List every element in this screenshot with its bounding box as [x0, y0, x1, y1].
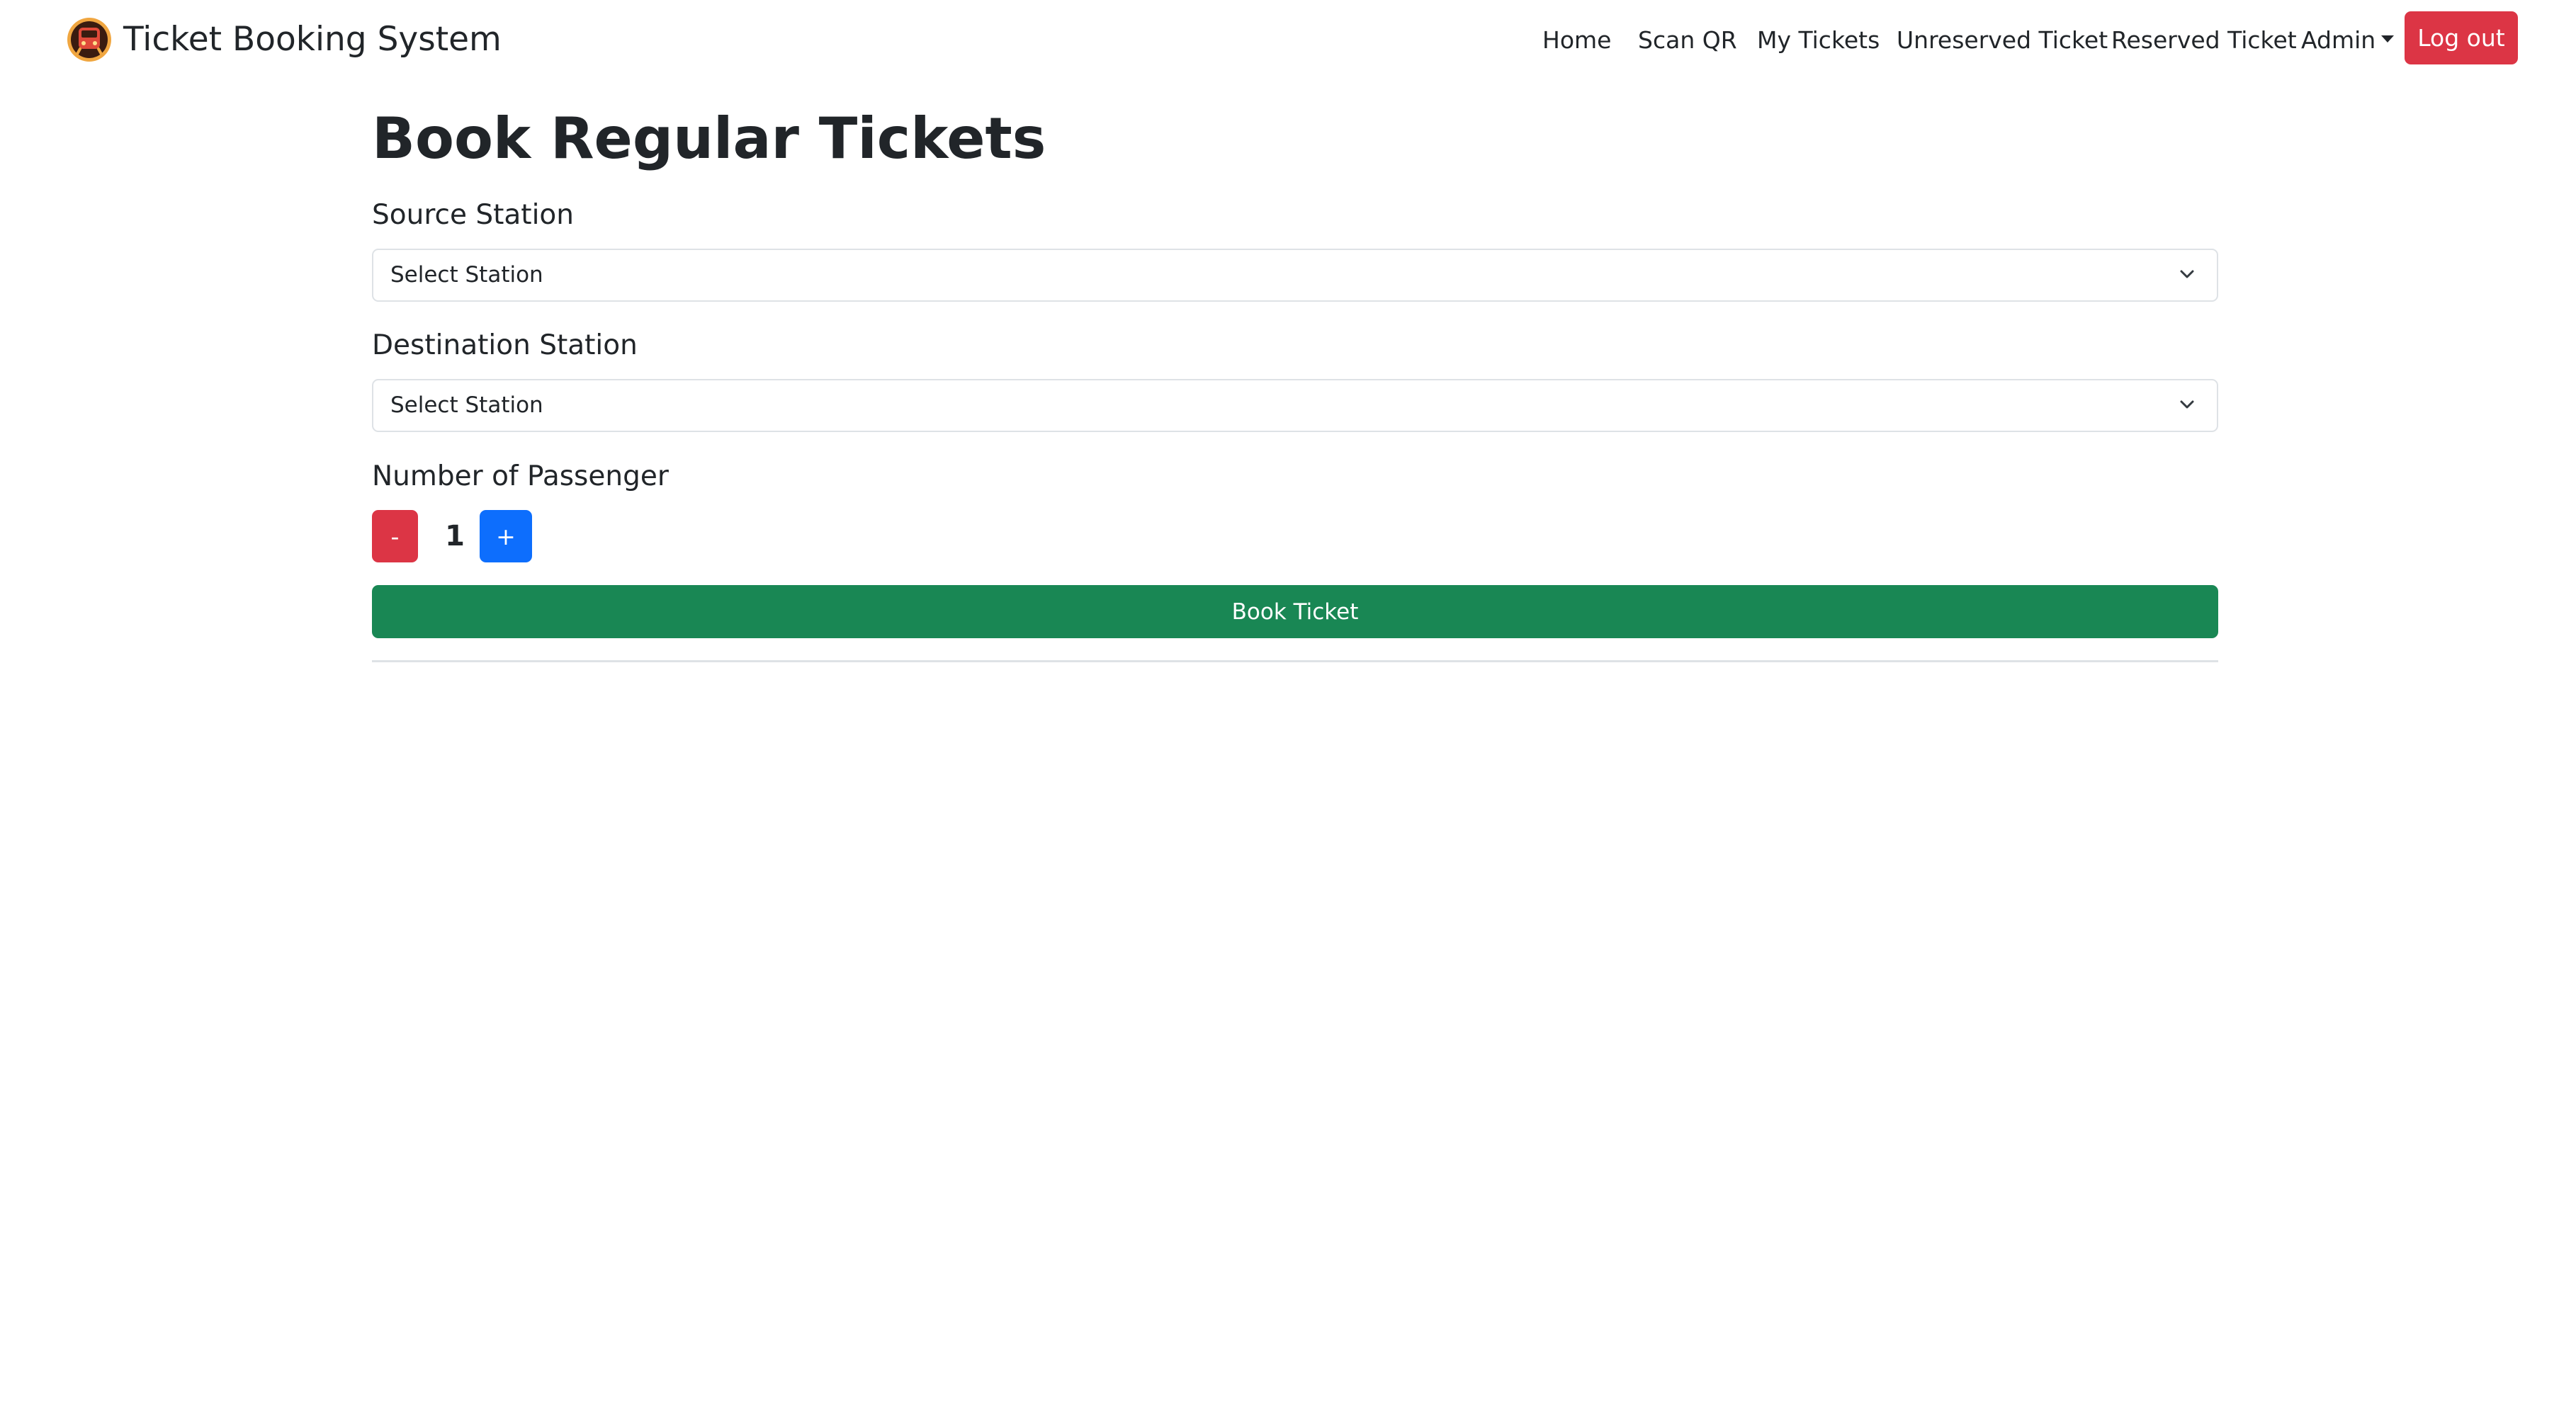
- nav-unreserved-ticket[interactable]: Unreserved Ticket: [1897, 25, 2108, 56]
- chevron-down-icon: [2180, 270, 2194, 278]
- form-divider: [372, 660, 2218, 662]
- brand-link[interactable]: Ticket Booking System: [67, 17, 502, 62]
- nav-reserved-ticket[interactable]: Reserved Ticket: [2111, 25, 2297, 56]
- source-station-label: Source Station: [372, 199, 574, 231]
- nav-scan-qr[interactable]: Scan QR: [1638, 25, 1737, 56]
- book-ticket-button[interactable]: Book Ticket: [372, 585, 2218, 638]
- increment-passenger-button[interactable]: +: [480, 510, 532, 562]
- source-station-select[interactable]: Select Station: [372, 249, 2218, 302]
- page-title: Book Regular Tickets: [372, 106, 1046, 171]
- nav-my-tickets[interactable]: My Tickets: [1757, 25, 1880, 56]
- nav-admin-dropdown[interactable]: Admin: [2301, 25, 2395, 56]
- decrement-passenger-button[interactable]: -: [372, 510, 418, 562]
- caret-down-icon: [2381, 35, 2395, 42]
- nav-home[interactable]: Home: [1542, 25, 1611, 56]
- top-navbar: Ticket Booking System Home Scan QR My Ti…: [0, 0, 2576, 81]
- passenger-count-value: 1: [445, 520, 465, 552]
- destination-station-label: Destination Station: [372, 329, 638, 361]
- logout-button[interactable]: Log out: [2405, 11, 2518, 64]
- destination-station-select[interactable]: Select Station: [372, 379, 2218, 432]
- brand-title: Ticket Booking System: [123, 20, 502, 59]
- train-icon: [67, 18, 111, 62]
- passenger-count-label: Number of Passenger: [372, 460, 669, 492]
- source-station-value: Select Station: [390, 262, 543, 288]
- nav-admin-label: Admin: [2301, 26, 2376, 54]
- chevron-down-icon: [2180, 400, 2194, 409]
- destination-station-value: Select Station: [390, 392, 543, 418]
